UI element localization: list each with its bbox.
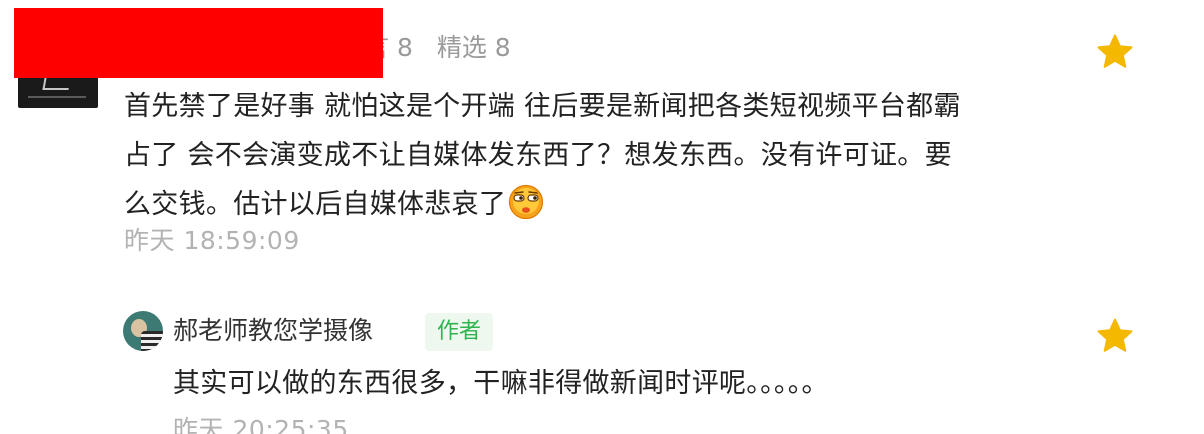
comment-line-1: 首先禁了是好事 就怕这是个开端 往后要是新闻把各类短视频平台都霸: [124, 91, 961, 122]
comment-line-3-wrap: 么交钱。估计以后自媒体悲哀了: [124, 180, 1044, 229]
reply-author-name[interactable]: 郝老师教您学摄像: [173, 312, 373, 350]
avatar-caption-line: [28, 96, 86, 98]
reply-author-avatar[interactable]: [123, 311, 163, 351]
comment-line-2: 占了 会不会演变成不让自媒体发东西了？想发东西。没有许可证。要: [124, 140, 952, 171]
avatar-clothing: [141, 331, 163, 351]
smirk-emoji-icon: [508, 184, 544, 220]
featured-count-label: 精选 8: [436, 33, 511, 62]
redaction-box: [14, 8, 383, 78]
comment-meta-counts: 言 8 精选 8: [364, 30, 511, 66]
comment-thread: 言 8 精选 8 首先禁了是好事 就怕这是个开端 往后要是新闻把各类短视频平台都霸…: [0, 0, 1204, 434]
comment-body: 首先禁了是好事 就怕这是个开端 往后要是新闻把各类短视频平台都霸 占了 会不会演…: [124, 82, 1044, 229]
comment-timestamp: 昨天 18:59:09: [124, 226, 300, 255]
reply-timestamp: 昨天 20:25:35: [173, 415, 349, 434]
comment-line-3: 么交钱。估计以后自媒体悲哀了: [124, 189, 507, 220]
star-icon[interactable]: [1095, 32, 1135, 72]
reply-body: 其实可以做的东西很多，干嘛非得做新闻时评呢。。。。。: [173, 368, 829, 399]
author-badge: 作者: [425, 313, 494, 351]
star-icon[interactable]: [1095, 316, 1135, 356]
